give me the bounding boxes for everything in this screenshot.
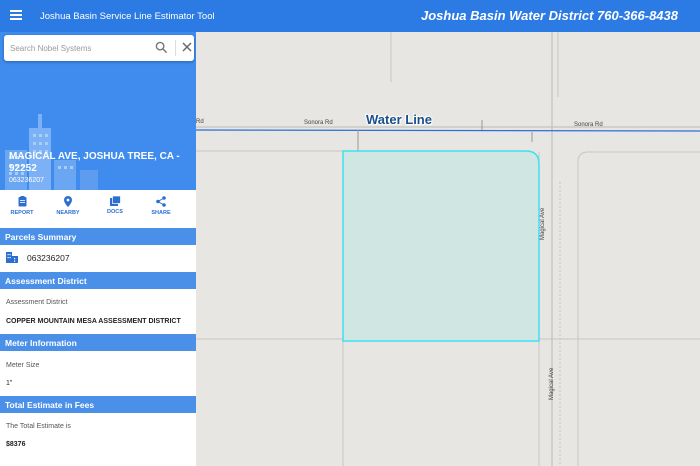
docs-label: DOCS <box>107 209 123 215</box>
map-canvas[interactable]: Rd Sonora Rd Sonora Rd Magical Ave Magic… <box>196 32 700 466</box>
assessment-district-value: COPPER MOUNTAIN MESA ASSESSMENT DISTRICT <box>6 318 181 325</box>
property-parcel-id: 063236207 <box>9 177 45 184</box>
app-title: Joshua Basin Service Line Estimator Tool <box>40 11 215 22</box>
total-estimate-header: Total Estimate in Fees <box>0 396 196 413</box>
total-estimate-value: $8376 <box>6 441 26 448</box>
menu-icon[interactable] <box>10 10 22 20</box>
district-title: Joshua Basin Water District 760-366-8438 <box>421 8 678 23</box>
parcels-summary-header: Parcels Summary <box>0 228 196 245</box>
close-icon[interactable] <box>181 41 193 53</box>
meter-size-value: 1" <box>6 380 13 387</box>
share-label: SHARE <box>151 210 171 216</box>
water-line <box>196 129 700 132</box>
selected-parcel[interactable] <box>342 150 540 342</box>
map-layer <box>196 32 700 466</box>
docs-icon <box>109 196 121 206</box>
share-button[interactable]: SHARE <box>141 196 181 216</box>
nearby-button[interactable]: NEARBY <box>48 196 88 216</box>
share-icon <box>156 196 166 207</box>
report-icon <box>18 196 26 207</box>
road-label-magical-north: Magical Ave <box>540 207 546 240</box>
nearby-label: NEARBY <box>56 210 80 216</box>
water-line-label: Water Line <box>366 112 432 127</box>
property-address: MAGICAL AVE, JOSHUA TREE, CA - 92252 <box>9 151 180 174</box>
parcel-list-item[interactable]: 063236207 <box>6 250 191 266</box>
sidebar: MAGICAL AVE, JOSHUA TREE, CA - 92252 063… <box>0 32 196 466</box>
top-bar: Joshua Basin Service Line Estimator Tool… <box>0 0 700 32</box>
total-estimate-label: The Total Estimate is <box>6 423 71 430</box>
search-icon[interactable] <box>155 41 168 54</box>
road-label-sonora-east: Sonora Rd <box>574 122 603 128</box>
meter-size-label: Meter Size <box>6 362 40 369</box>
parcel-number: 063236207 <box>27 253 70 263</box>
meter-information-header: Meter Information <box>0 334 196 351</box>
building-icon <box>6 252 18 263</box>
location-pin-icon <box>64 196 72 207</box>
search-divider <box>175 40 176 56</box>
road-label-magical-south: Magical Ave <box>549 367 555 400</box>
report-label: REPORT <box>10 210 34 216</box>
report-button[interactable]: REPORT <box>2 196 42 216</box>
search-box <box>4 35 194 61</box>
road-label-sonora-west: Sonora Rd <box>304 120 333 126</box>
search-input[interactable] <box>10 40 150 56</box>
action-bar: REPORT NEARBY DOCS SHARE <box>0 190 196 228</box>
docs-button[interactable]: DOCS <box>95 196 135 215</box>
assessment-district-header: Assessment District <box>0 272 196 289</box>
road-label-rd: Rd <box>196 119 204 125</box>
assessment-district-label: Assessment District <box>6 299 68 306</box>
